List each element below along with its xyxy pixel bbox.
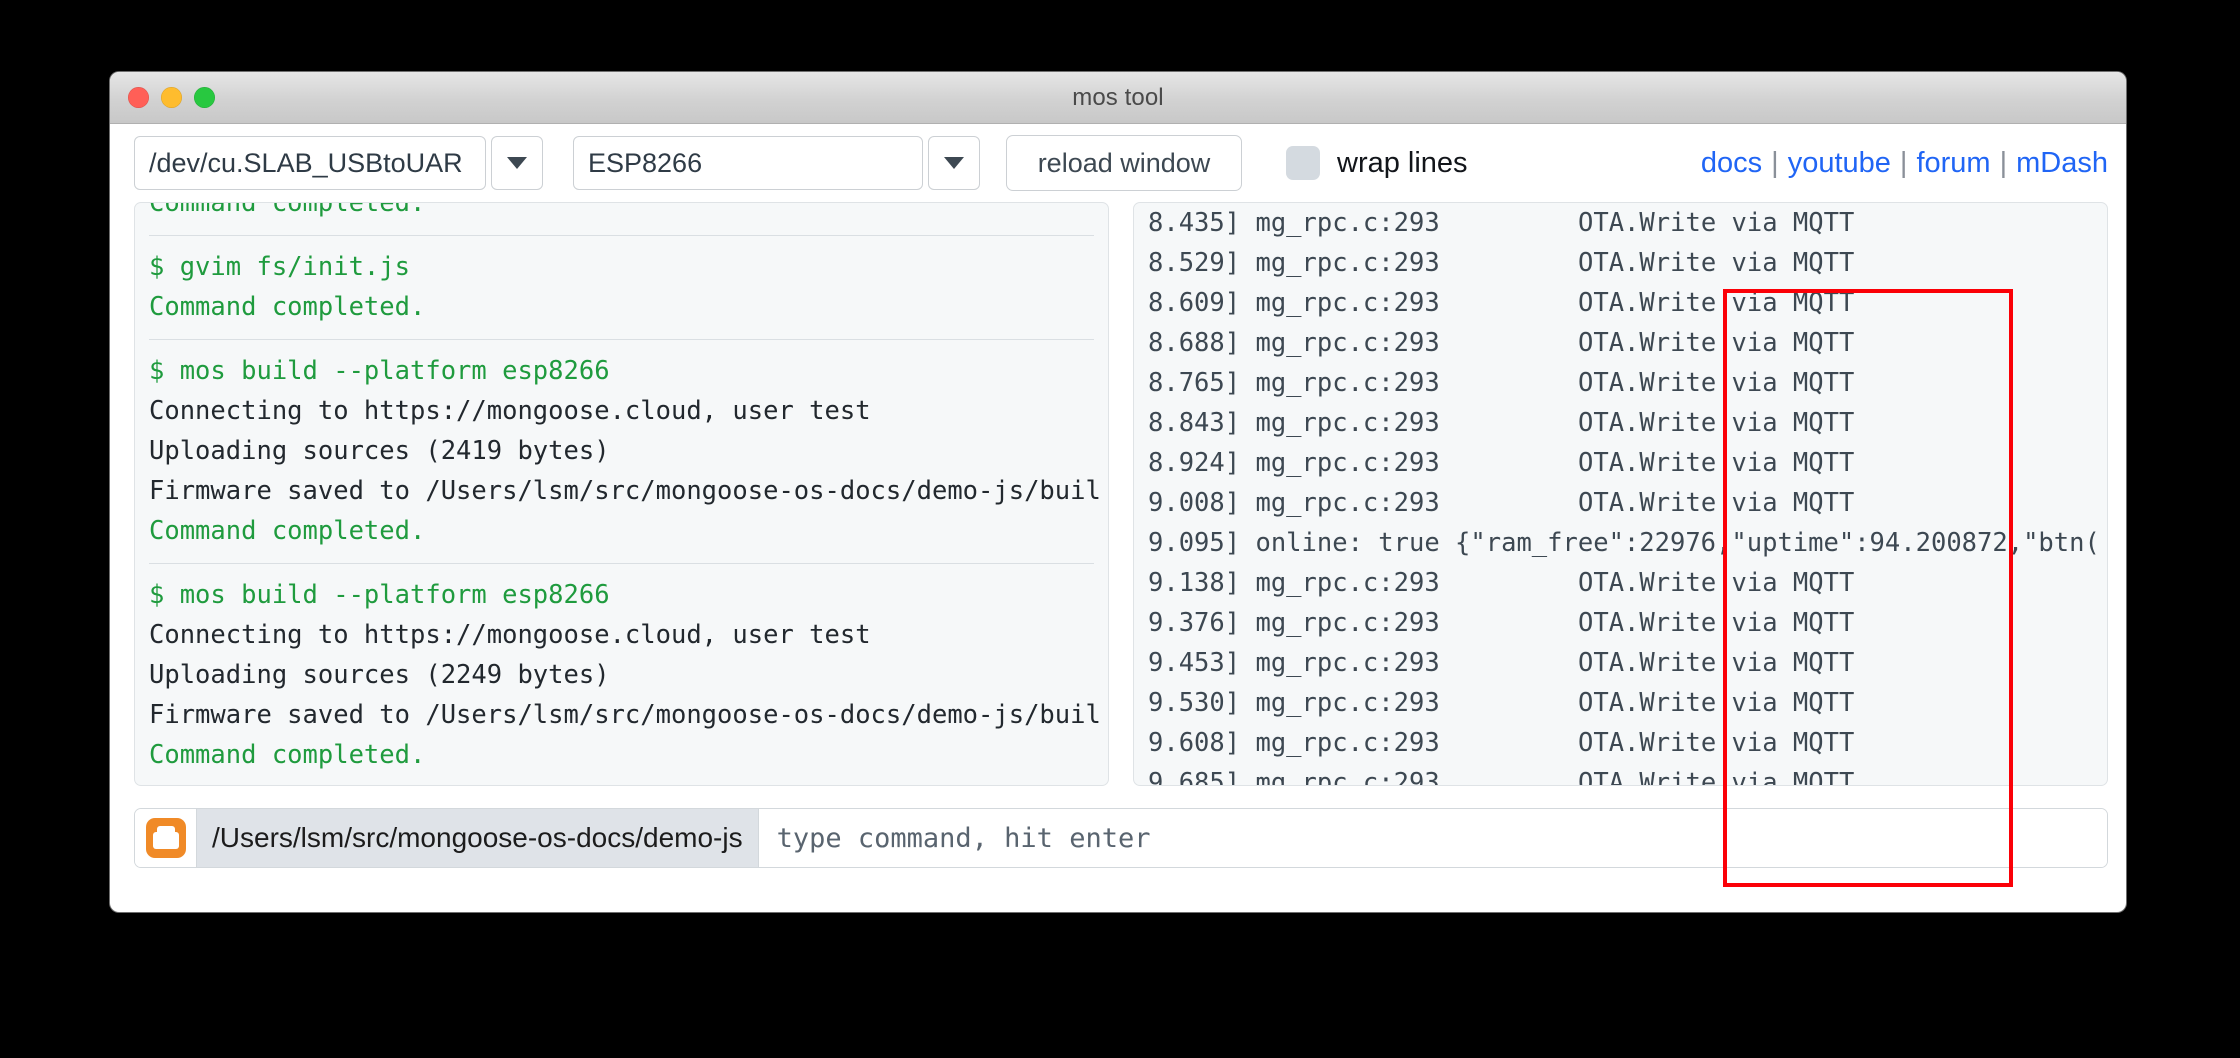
- console-line: Command completed.: [149, 740, 426, 770]
- zoom-window-button[interactable]: [194, 87, 215, 108]
- log-row: 9.008] mg_rpc.c:293 OTA.Write via MQTT: [1148, 483, 2093, 523]
- architecture-input[interactable]: ESP8266: [573, 136, 923, 190]
- window-title: mos tool: [1072, 83, 1164, 111]
- log-row: 9.453] mg_rpc.c:293 OTA.Write via MQTT: [1148, 643, 2093, 683]
- open-directory-button[interactable]: [135, 809, 197, 867]
- log-timestamp-source: 9.453] mg_rpc.c:293: [1148, 648, 1440, 678]
- log-scroll-area[interactable]: 8.435] mg_rpc.c:293 OTA.Write via MQTT 8.5…: [1134, 203, 2107, 786]
- log-timestamp-source: 8.435] mg_rpc.c:293: [1148, 208, 1440, 238]
- log-timestamp-source: 9.376] mg_rpc.c:293: [1148, 608, 1440, 638]
- link-separator: |: [1899, 146, 1908, 179]
- log-message: OTA.Write via MQTT: [1578, 328, 1855, 358]
- log-timestamp-source: 9.008] mg_rpc.c:293: [1148, 488, 1440, 518]
- log-timestamp-source: 9.095] online: true {"ram_free":22976,"u…: [1148, 528, 2100, 558]
- log-row: 8.435] mg_rpc.c:293 OTA.Write via MQTT: [1148, 203, 2093, 243]
- minimize-window-button[interactable]: [161, 87, 182, 108]
- log-timestamp-source: 8.609] mg_rpc.c:293: [1148, 288, 1440, 318]
- console-line: Command completed.: [149, 202, 426, 218]
- console-line: Uploading sources (2419 bytes): [149, 436, 610, 466]
- docs-link[interactable]: docs: [1701, 147, 1762, 180]
- link-separator: |: [1771, 146, 1779, 179]
- log-row: 9.685] mg_rpc.c:293 OTA.Write via MQTT: [1148, 763, 2093, 786]
- folder-icon: [145, 818, 186, 858]
- log-timestamp-source: 8.765] mg_rpc.c:293: [1148, 368, 1440, 398]
- port-dropdown-button[interactable]: [491, 136, 543, 190]
- log-message: OTA.Write via MQTT: [1578, 488, 1855, 518]
- log-row: 9.138] mg_rpc.c:293 OTA.Write via MQTT: [1148, 563, 2093, 603]
- log-message: OTA.Write via MQTT: [1578, 688, 1855, 718]
- console-block-divider: [149, 235, 1094, 236]
- log-row: 9.095] online: true {"ram_free":22976,"u…: [1148, 523, 2100, 563]
- wrap-lines-control[interactable]: wrap lines: [1286, 146, 1468, 180]
- window-titlebar: mos tool: [110, 72, 2126, 124]
- link-separator: |: [1999, 146, 2008, 179]
- log-timestamp-source: 8.529] mg_rpc.c:293: [1148, 248, 1440, 278]
- forum-link[interactable]: forum: [1916, 147, 1990, 180]
- port-input[interactable]: /dev/cu.SLAB_USBtoUAR: [134, 136, 486, 190]
- log-message: OTA.Write via MQTT: [1578, 208, 1855, 238]
- console-line: Connecting to https://mongoose.cloud, us…: [149, 620, 871, 650]
- traffic-light-group: [128, 87, 215, 108]
- wrap-lines-label: wrap lines: [1337, 146, 1468, 179]
- log-row: 8.765] mg_rpc.c:293 OTA.Write via MQTT: [1148, 363, 2093, 403]
- log-message: OTA.Write via MQTT: [1578, 648, 1855, 678]
- console-block-divider: [149, 563, 1094, 564]
- log-message: OTA.Write via MQTT: [1578, 768, 1855, 786]
- console-line: Uploading sources (2249 bytes): [149, 660, 610, 690]
- log-row: 9.530] mg_rpc.c:293 OTA.Write via MQTT: [1148, 683, 2093, 723]
- console-line: $ mos build --platform esp8266: [149, 356, 610, 386]
- log-message: OTA.Write via MQTT: [1578, 608, 1855, 638]
- log-message: OTA.Write via MQTT: [1578, 568, 1855, 598]
- reload-window-button[interactable]: reload window: [1006, 135, 1242, 191]
- log-timestamp-source: 9.685] mg_rpc.c:293: [1148, 768, 1440, 786]
- console-line: Command completed.: [149, 516, 426, 546]
- log-timestamp-source: 9.608] mg_rpc.c:293: [1148, 728, 1440, 758]
- log-message: OTA.Write via MQTT: [1578, 728, 1855, 758]
- console-line: Firmware saved to /Users/lsm/src/mongoos…: [149, 700, 1101, 730]
- toolbar: /dev/cu.SLAB_USBtoUAR ESP8266 reload win…: [110, 124, 2126, 202]
- mdash-link[interactable]: mDash: [2016, 147, 2108, 180]
- log-timestamp-source: 9.138] mg_rpc.c:293: [1148, 568, 1440, 598]
- log-message: OTA.Write via MQTT: [1578, 248, 1855, 278]
- architecture-dropdown-button[interactable]: [928, 136, 980, 190]
- log-row: 9.608] mg_rpc.c:293 OTA.Write via MQTT: [1148, 723, 2093, 763]
- chevron-down-icon: [944, 157, 964, 169]
- split-panes: Command completed. $ gvim fs/init.js Comma…: [110, 202, 2126, 887]
- console-output-pane[interactable]: Command completed. $ gvim fs/init.js Comma…: [134, 202, 1109, 786]
- working-directory-path: /Users/lsm/src/mongoose-os-docs/demo-js: [197, 809, 759, 867]
- device-log-pane[interactable]: 8.435] mg_rpc.c:293 OTA.Write via MQTT 8.5…: [1133, 202, 2108, 786]
- close-window-button[interactable]: [128, 87, 149, 108]
- youtube-link[interactable]: youtube: [1788, 147, 1891, 180]
- log-message: OTA.Write via MQTT: [1578, 288, 1855, 318]
- log-row: 9.376] mg_rpc.c:293 OTA.Write via MQTT: [1148, 603, 2093, 643]
- external-links: docs | youtube | forum | mDash: [1701, 147, 2108, 180]
- log-row: 8.843] mg_rpc.c:293 OTA.Write via MQTT: [1148, 403, 2093, 443]
- log-message: OTA.Write via MQTT: [1578, 448, 1855, 478]
- console-line: $ mos build --platform esp8266: [149, 580, 610, 610]
- log-timestamp-source: 9.530] mg_rpc.c:293: [1148, 688, 1440, 718]
- console-block-divider: [149, 339, 1094, 340]
- wrap-lines-checkbox[interactable]: [1286, 146, 1320, 180]
- console-line: Command completed.: [149, 292, 426, 322]
- log-row: 8.688] mg_rpc.c:293 OTA.Write via MQTT: [1148, 323, 2093, 363]
- log-timestamp-source: 8.924] mg_rpc.c:293: [1148, 448, 1440, 478]
- console-line: Connecting to https://mongoose.cloud, us…: [149, 396, 871, 426]
- port-selector[interactable]: /dev/cu.SLAB_USBtoUAR: [134, 136, 543, 190]
- architecture-selector[interactable]: ESP8266: [573, 136, 980, 190]
- console-scroll-area[interactable]: Command completed. $ gvim fs/init.js Comma…: [135, 202, 1108, 775]
- console-line: Firmware saved to /Users/lsm/src/mongoos…: [149, 476, 1101, 506]
- log-timestamp-source: 8.843] mg_rpc.c:293: [1148, 408, 1440, 438]
- log-row: 8.924] mg_rpc.c:293 OTA.Write via MQTT: [1148, 443, 2093, 483]
- console-line: $ gvim fs/init.js: [149, 252, 410, 282]
- log-message: OTA.Write via MQTT: [1578, 368, 1855, 398]
- command-bar: /Users/lsm/src/mongoose-os-docs/demo-js: [134, 808, 2108, 868]
- chevron-down-icon: [507, 157, 527, 169]
- log-timestamp-source: 8.688] mg_rpc.c:293: [1148, 328, 1440, 358]
- log-row: 8.529] mg_rpc.c:293 OTA.Write via MQTT: [1148, 243, 2093, 283]
- log-message: OTA.Write via MQTT: [1578, 408, 1855, 438]
- command-input[interactable]: [758, 809, 2107, 867]
- log-row: 8.609] mg_rpc.c:293 OTA.Write via MQTT: [1148, 283, 2093, 323]
- mos-tool-window: mos tool /dev/cu.SLAB_USBtoUAR ESP8266 r…: [110, 72, 2126, 912]
